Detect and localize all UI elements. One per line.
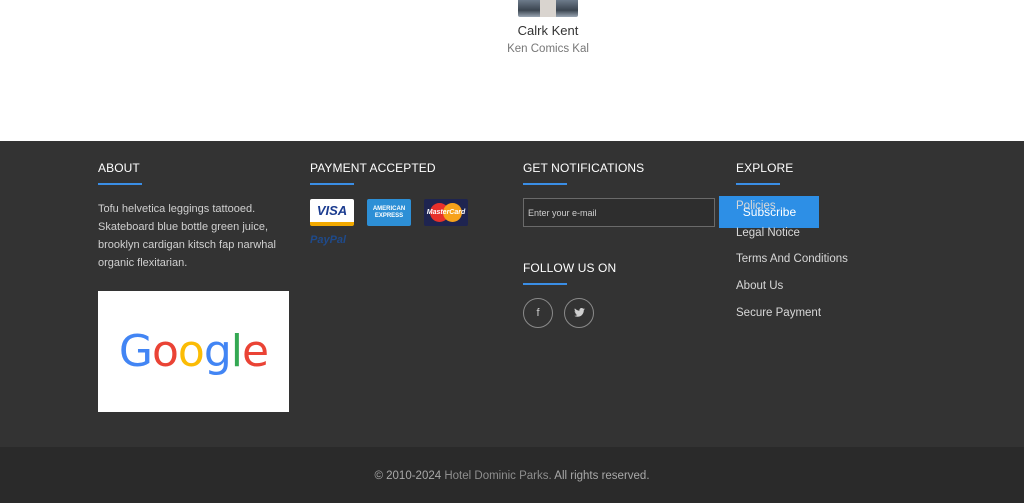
title-underline	[736, 183, 780, 185]
title-underline	[523, 183, 567, 185]
explore-link-legal-notice[interactable]: Legal Notice	[736, 224, 848, 251]
title-underline	[523, 282, 567, 285]
payment-column: PAYMENT ACCEPTED VISA AMERICAN EXPRESS M…	[310, 161, 468, 246]
explore-column: EXPLORE Policies Legal Notice Terms And …	[736, 161, 848, 330]
payment-title: PAYMENT ACCEPTED	[310, 161, 436, 175]
team-member-name: Calrk Kent	[517, 23, 579, 38]
facebook-icon[interactable]: f	[523, 297, 553, 328]
payment-cards: VISA AMERICAN EXPRESS MasterCard	[310, 199, 468, 226]
title-underline	[98, 183, 142, 185]
visa-card-icon: VISA	[310, 199, 354, 226]
about-text: Tofu helvetica leggings tattooed. Skateb…	[98, 203, 276, 269]
explore-title: EXPLORE	[736, 161, 794, 175]
explore-link-terms[interactable]: Terms And Conditions	[736, 250, 848, 277]
google-logo-text: Google	[118, 326, 269, 377]
title-underline	[310, 183, 354, 185]
google-logo[interactable]: Google	[98, 291, 289, 412]
about-column: ABOUT Tofu helvetica leggings tattooed. …	[98, 161, 294, 412]
copyright-suffix: All rights reserved.	[554, 470, 650, 482]
explore-link-about-us[interactable]: About Us	[736, 277, 848, 304]
amex-card-icon: AMERICAN EXPRESS	[367, 199, 411, 226]
twitter-icon[interactable]	[564, 297, 594, 328]
team-member-role: Ken Comics Kal	[507, 43, 589, 55]
about-title: ABOUT	[98, 161, 140, 175]
team-section: Calrk Kent Ken Comics Kal	[0, 0, 1024, 141]
copyright-text: © 2010-2024 Hotel Dominic Parks. All rig…	[0, 470, 1024, 482]
copyright-bar: © 2010-2024 Hotel Dominic Parks. All rig…	[0, 447, 1024, 503]
copyright-prefix: © 2010-2024	[374, 470, 442, 482]
avatar	[518, 0, 578, 17]
brand-link[interactable]: Hotel Dominic Parks.	[444, 470, 551, 482]
explore-links: Policies Legal Notice Terms And Conditio…	[736, 197, 848, 330]
paypal-icon: PayPal	[310, 234, 347, 246]
email-field[interactable]	[523, 198, 715, 227]
explore-link-policies[interactable]: Policies	[736, 197, 848, 224]
footer: ABOUT Tofu helvetica leggings tattooed. …	[0, 141, 1024, 447]
mastercard-icon: MasterCard	[424, 199, 468, 226]
explore-link-secure-payment[interactable]: Secure Payment	[736, 304, 848, 331]
